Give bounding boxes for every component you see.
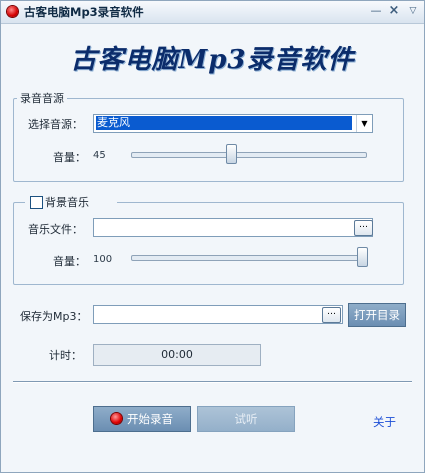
music-volume-thumb[interactable] xyxy=(357,247,368,267)
source-volume-track[interactable] xyxy=(131,152,367,158)
title-bar[interactable]: 古客电脑Mp3录音软件 — × ▽ xyxy=(1,1,424,24)
chevron-down-icon[interactable]: ▼ xyxy=(356,115,372,132)
window-title: 古客电脑Mp3录音软件 xyxy=(24,5,144,19)
start-recording-label: 开始录音 xyxy=(127,412,173,426)
source-select[interactable]: 麦克风 ▼ xyxy=(93,114,373,133)
app-heading: 古客电脑Mp3录音软件 xyxy=(70,45,355,75)
save-browse-button[interactable]: … xyxy=(322,307,341,323)
music-browse-button[interactable]: … xyxy=(354,220,373,236)
about-link[interactable]: 关于 xyxy=(373,414,396,430)
close-button[interactable]: × xyxy=(387,4,401,18)
source-groupbox xyxy=(13,98,404,182)
source-volume-label: 音量： xyxy=(53,151,86,164)
timer-display: 00:00 xyxy=(93,344,261,366)
source-selected-value: 麦克风 xyxy=(95,115,353,131)
save-mp3-label: 保存为Mp3： xyxy=(20,310,88,323)
background-music-label: 背景音乐 xyxy=(45,196,89,209)
main-window: 古客电脑Mp3录音软件 — × ▽ 古客电脑Mp3录音软件 录音音源 选择音源：… xyxy=(0,0,425,473)
separator-line xyxy=(13,381,412,383)
app-record-icon xyxy=(7,6,18,17)
start-recording-button[interactable]: 开始录音 xyxy=(93,406,191,432)
music-volume-value: 100 xyxy=(93,254,113,265)
open-directory-button[interactable]: 打开目录 xyxy=(348,303,406,327)
timer-label: 计时： xyxy=(49,349,82,362)
music-file-input[interactable] xyxy=(93,218,373,237)
maximize-button[interactable]: ▽ xyxy=(406,4,420,18)
music-volume-track[interactable] xyxy=(131,255,367,261)
source-group-legend: 录音音源 xyxy=(17,90,67,106)
source-label: 选择音源： xyxy=(28,118,83,131)
music-file-label: 音乐文件： xyxy=(28,223,83,236)
record-icon xyxy=(111,413,122,424)
background-music-checkbox[interactable] xyxy=(30,196,43,209)
save-path-input[interactable] xyxy=(93,305,343,324)
source-volume-value: 45 xyxy=(93,150,106,161)
source-volume-thumb[interactable] xyxy=(226,144,237,164)
music-groupbox xyxy=(13,202,404,285)
minimize-button[interactable]: — xyxy=(369,4,383,18)
music-volume-label: 音量： xyxy=(53,255,86,268)
audition-button[interactable]: 试听 xyxy=(197,406,295,432)
